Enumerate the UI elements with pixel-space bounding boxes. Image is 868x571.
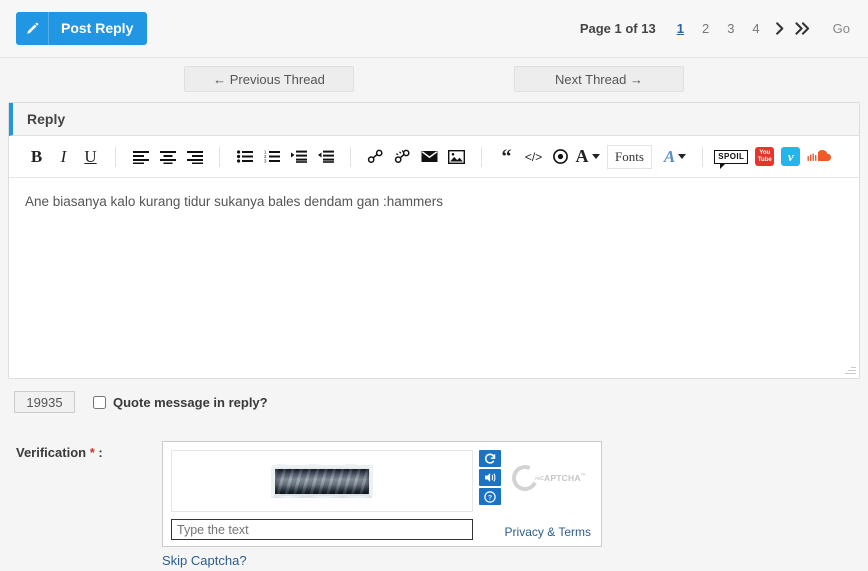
chevron-down-icon	[591, 154, 600, 159]
bold-button[interactable]: B	[24, 144, 49, 169]
post-reply-button[interactable]: Post Reply	[16, 12, 148, 45]
skip-captcha-link[interactable]: Skip Captcha?	[162, 553, 247, 568]
previous-thread-label: Previous Thread	[229, 71, 325, 87]
speaker-icon[interactable]	[479, 469, 501, 486]
pencil-icon	[16, 12, 49, 45]
toolbar-divider	[219, 146, 220, 167]
underline-button[interactable]: U	[78, 144, 103, 169]
bullet-list-icon[interactable]	[232, 144, 257, 169]
page-number-3[interactable]: 3	[722, 21, 739, 36]
toolbar-group-media: SPOIL You Tube v	[714, 147, 832, 169]
spoiler-button[interactable]: SPOIL	[714, 149, 749, 169]
toolbar-divider	[350, 146, 351, 167]
recaptcha-c-icon	[508, 460, 542, 495]
post-reply-label: Post Reply	[61, 20, 134, 36]
recaptcha-controls: ? reCAPTCHA™ Privacy & Terms	[473, 450, 593, 540]
quote-message-checkbox[interactable]	[93, 395, 106, 409]
toolbar-divider	[481, 146, 482, 167]
vimeo-icon[interactable]: v	[781, 147, 801, 166]
captcha-image	[171, 450, 473, 512]
captcha-text-input[interactable]	[171, 519, 473, 540]
editor-container	[9, 178, 859, 378]
font-size-button[interactable]: A	[575, 144, 600, 169]
recaptcha-challenge	[171, 450, 473, 540]
align-center-icon[interactable]	[155, 144, 180, 169]
double-chevron-right-icon[interactable]	[795, 22, 810, 35]
reply-panel-body: B I U 1 2 3 “ </> A Fonts A SPOIL You Tu…	[9, 136, 859, 378]
toolbar-group-extras: “ </> A Fonts A	[493, 144, 687, 169]
editor-toolbar: B I U 1 2 3 “ </> A Fonts A SPOIL You Tu…	[9, 136, 859, 178]
pagination: Page 1 of 13 1 2 3 4 Go	[580, 21, 850, 36]
chevron-right-icon[interactable]	[774, 22, 785, 35]
required-asterisk: *	[89, 445, 95, 460]
youtube-label: You Tube	[757, 150, 772, 163]
question-mark-icon[interactable]: ?	[479, 488, 501, 505]
toolbar-divider	[702, 146, 704, 167]
fonts-dropdown[interactable]: Fonts	[607, 144, 652, 169]
editor-footer: 19935 Quote message in reply?	[0, 379, 868, 417]
thread-navigation: ← Previous Thread Next Thread →	[0, 58, 868, 96]
verification-row: Verification * : ?	[0, 417, 868, 547]
next-thread-button[interactable]: Next Thread →	[514, 66, 684, 92]
svg-text:3: 3	[264, 159, 267, 163]
verification-text: Verification	[16, 445, 87, 460]
top-toolbar: Post Reply Page 1 of 13 1 2 3 4 Go	[0, 0, 868, 58]
font-size-label: A	[575, 146, 589, 166]
svg-text:?: ?	[488, 494, 492, 501]
quote-icon[interactable]: “	[494, 144, 519, 169]
privacy-terms-link[interactable]: Privacy & Terms	[479, 525, 593, 540]
align-left-icon[interactable]	[128, 144, 153, 169]
recaptcha-button-stack: ?	[479, 450, 501, 505]
email-icon[interactable]	[417, 144, 442, 169]
recaptcha-logo: reCAPTCHA™	[501, 450, 593, 505]
reply-panel: Reply B I U 1 2 3 “ </> A Fonts A SPOIL …	[8, 102, 860, 379]
reply-panel-title: Reply	[9, 103, 859, 136]
youtube-icon[interactable]: You Tube	[755, 147, 775, 166]
page-number-2[interactable]: 2	[697, 21, 714, 36]
smiley-icon[interactable]	[548, 144, 573, 169]
toolbar-divider	[115, 146, 116, 167]
character-counter: 19935	[14, 391, 75, 413]
outdent-icon[interactable]	[313, 144, 338, 169]
soundcloud-icon[interactable]	[807, 149, 832, 164]
recaptcha-brand-text: reCAPTCHA™	[535, 472, 586, 483]
code-icon[interactable]: </>	[521, 144, 546, 169]
toolbar-group-text-style: B I U	[23, 144, 104, 169]
refresh-icon[interactable]	[479, 450, 501, 467]
unlink-icon[interactable]	[390, 144, 415, 169]
toolbar-group-insert	[362, 144, 470, 169]
right-arrow-icon: →	[629, 71, 643, 87]
page-indicator: Page 1 of 13	[579, 21, 656, 36]
text-color-label: A	[663, 146, 676, 166]
captcha-distorted-text	[272, 464, 372, 498]
numbered-list-icon[interactable]: 123	[259, 144, 284, 169]
toolbar-group-lists: 123	[231, 144, 339, 169]
text-color-button[interactable]: A	[663, 146, 687, 167]
page-number-4[interactable]: 4	[747, 21, 764, 36]
recaptcha-widget: ? reCAPTCHA™ Privacy & Terms	[162, 441, 602, 547]
chevron-down-icon	[678, 154, 687, 159]
message-editor[interactable]	[9, 178, 859, 378]
italic-button[interactable]: I	[51, 144, 76, 169]
image-icon[interactable]	[444, 144, 469, 169]
next-thread-label: Next Thread	[555, 71, 627, 87]
page-number-1[interactable]: 1	[672, 21, 689, 36]
verification-colon: :	[98, 445, 103, 460]
left-arrow-icon: ←	[213, 71, 227, 87]
verification-label: Verification * :	[16, 441, 162, 547]
link-icon[interactable]	[363, 144, 388, 169]
toolbar-group-align	[127, 144, 208, 169]
indent-icon[interactable]	[286, 144, 311, 169]
align-right-icon[interactable]	[182, 144, 207, 169]
previous-thread-button[interactable]: ← Previous Thread	[184, 66, 354, 92]
go-link[interactable]: Go	[833, 21, 850, 36]
quote-message-label[interactable]: Quote message in reply?	[113, 395, 268, 410]
recaptcha-controls-top: ? reCAPTCHA™	[479, 450, 593, 505]
quote-message-option[interactable]: Quote message in reply?	[93, 395, 268, 410]
